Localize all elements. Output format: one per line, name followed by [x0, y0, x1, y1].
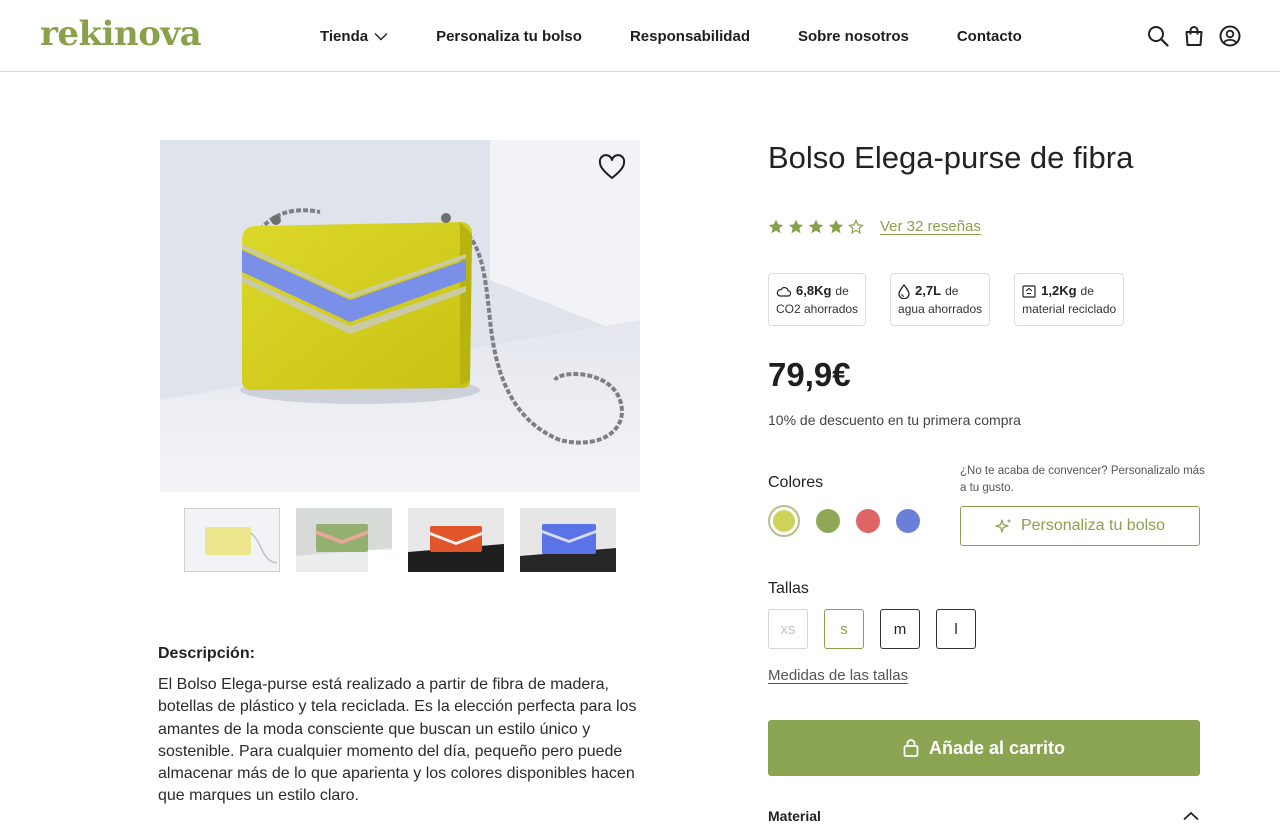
bag-photo — [160, 140, 640, 492]
size-option-xs[interactable]: xs — [768, 609, 808, 649]
material-label: Material — [768, 808, 821, 824]
thumbnail-red[interactable] — [408, 508, 504, 572]
description-text: El Bolso Elega-purse está realizado a pa… — [158, 676, 637, 805]
color-swatches — [768, 505, 936, 537]
product-title: Bolso Elega-purse de fibra — [768, 140, 1134, 175]
main-nav: Tienda Personaliza tu bolso Responsabili… — [320, 0, 1070, 72]
impact-value: 2,7L — [915, 283, 942, 298]
size-selector: xs s m l — [768, 609, 992, 649]
personalize-button[interactable]: Personaliza tu bolso — [960, 506, 1200, 546]
color-swatch-red[interactable] — [856, 509, 880, 533]
search-icon[interactable] — [1146, 24, 1170, 48]
impact-suffix: de — [1080, 284, 1094, 298]
reviews-link[interactable]: Ver 32 reseñas — [880, 218, 981, 235]
nav-item-sobre-nosotros[interactable]: Sobre nosotros — [798, 28, 909, 45]
product-main-image[interactable] — [160, 140, 640, 492]
lock-bag-icon — [903, 739, 919, 757]
brand-logo[interactable]: rekinova — [40, 14, 202, 54]
cloud-icon — [776, 287, 791, 297]
nav-item-responsabilidad[interactable]: Responsabilidad — [630, 28, 750, 45]
star-filled-icon — [768, 219, 784, 235]
impact-recycled: 1,2Kg de material reciclado — [1014, 273, 1125, 326]
colors-label: Colores — [768, 474, 824, 491]
site-header: rekinova Tienda Personaliza tu bolso Res… — [0, 0, 1280, 72]
sparkle-icon — [995, 518, 1012, 533]
nav-item-personaliza[interactable]: Personaliza tu bolso — [436, 28, 582, 45]
star-filled-icon — [808, 219, 824, 235]
impact-caption: agua ahorrados — [898, 302, 983, 316]
size-option-l[interactable]: l — [936, 609, 976, 649]
color-swatch-green[interactable] — [816, 509, 840, 533]
impact-caption: material reciclado — [1022, 302, 1117, 316]
nav-item-label: Tienda — [320, 27, 369, 45]
thumbnail-green[interactable] — [296, 508, 392, 572]
star-outline-icon — [848, 218, 864, 235]
water-drop-icon — [898, 283, 910, 299]
heart-icon[interactable] — [598, 154, 626, 182]
rating: Ver 32 reseñas — [768, 218, 981, 235]
personalize-note: ¿No te acaba de convencer? Personalizalo… — [960, 465, 1205, 494]
thumbnail-blue[interactable] — [520, 508, 616, 572]
recycle-box-icon — [1022, 285, 1036, 298]
shopping-bag-icon[interactable] — [1182, 24, 1206, 48]
chevron-down-icon — [374, 32, 388, 41]
impact-badges: 6,8Kg de CO2 ahorrados 2,7L de agua ahor… — [768, 273, 1148, 326]
color-swatch-yellow[interactable] — [768, 505, 800, 537]
thumbnail-yellow[interactable] — [184, 508, 280, 572]
impact-co2: 6,8Kg de CO2 ahorrados — [768, 273, 867, 326]
add-to-cart-button[interactable]: Añade al carrito — [768, 720, 1200, 776]
user-account-icon[interactable] — [1218, 24, 1242, 48]
impact-water: 2,7L de agua ahorrados — [890, 273, 991, 326]
impact-suffix: de — [835, 284, 849, 298]
add-to-cart-label: Añade al carrito — [928, 737, 1066, 758]
color-swatch-blue[interactable] — [896, 509, 920, 533]
discount-note: 10% de descuento en tu primera compra — [768, 412, 1021, 428]
impact-suffix: de — [945, 284, 959, 298]
impact-caption: CO2 ahorrados — [776, 302, 859, 316]
impact-value: 1,2Kg — [1041, 283, 1077, 298]
personalize-button-label: Personaliza tu bolso — [1020, 517, 1166, 534]
star-filled-icon — [788, 219, 804, 235]
size-option-m[interactable]: m — [880, 609, 920, 649]
product-price: 79,9€ — [768, 356, 851, 393]
material-accordion[interactable]: Material — [768, 808, 1200, 824]
chevron-up-icon — [1182, 808, 1200, 824]
header-actions — [1134, 24, 1242, 48]
size-option-s[interactable]: s — [824, 609, 864, 649]
description-title: Descripción: — [158, 645, 255, 662]
impact-value: 6,8Kg — [796, 283, 832, 298]
sizes-label: Tallas — [768, 580, 809, 597]
size-guide-link[interactable]: Medidas de las tallas — [768, 667, 908, 684]
nav-item-tienda[interactable]: Tienda — [320, 28, 388, 45]
thumbnail-strip — [184, 508, 632, 572]
nav-item-contacto[interactable]: Contacto — [957, 28, 1022, 45]
star-filled-icon — [828, 219, 844, 235]
